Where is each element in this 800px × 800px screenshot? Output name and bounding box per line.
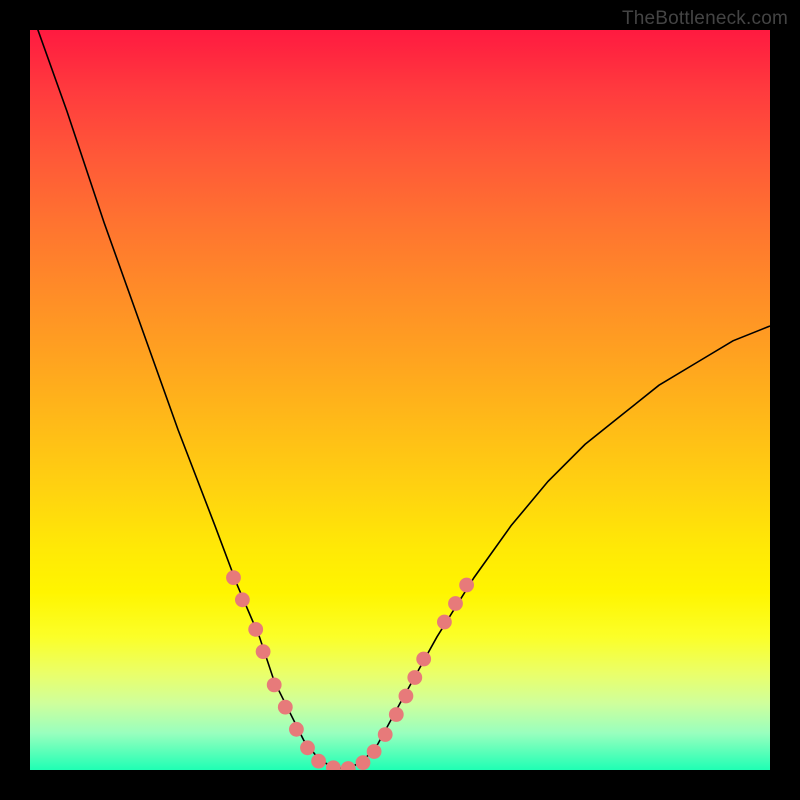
curve-marker: [378, 727, 393, 742]
curve-marker: [341, 761, 356, 770]
curve-marker: [356, 755, 371, 770]
curve-marker: [459, 578, 474, 593]
bottleneck-curve: [30, 30, 770, 769]
curve-marker: [267, 678, 282, 693]
curve-marker: [248, 622, 263, 637]
curve-marker: [448, 596, 463, 611]
curve-marker: [300, 740, 315, 755]
curve-marker: [437, 615, 452, 630]
watermark-text: TheBottleneck.com: [622, 8, 788, 30]
curve-marker: [399, 689, 414, 704]
curve-marker: [235, 592, 250, 607]
curve-marker: [256, 644, 271, 659]
curve-markers: [226, 570, 474, 770]
curve-marker: [226, 570, 241, 585]
curve-marker: [367, 744, 382, 759]
curve-marker: [416, 652, 431, 667]
curve-marker: [311, 754, 326, 769]
curve-marker: [407, 670, 422, 685]
curve-marker: [389, 707, 404, 722]
curve-marker: [326, 760, 341, 770]
chart-plot-area: [30, 30, 770, 770]
curve-marker: [278, 700, 293, 715]
chart-svg: [30, 30, 770, 770]
curve-marker: [289, 722, 304, 737]
